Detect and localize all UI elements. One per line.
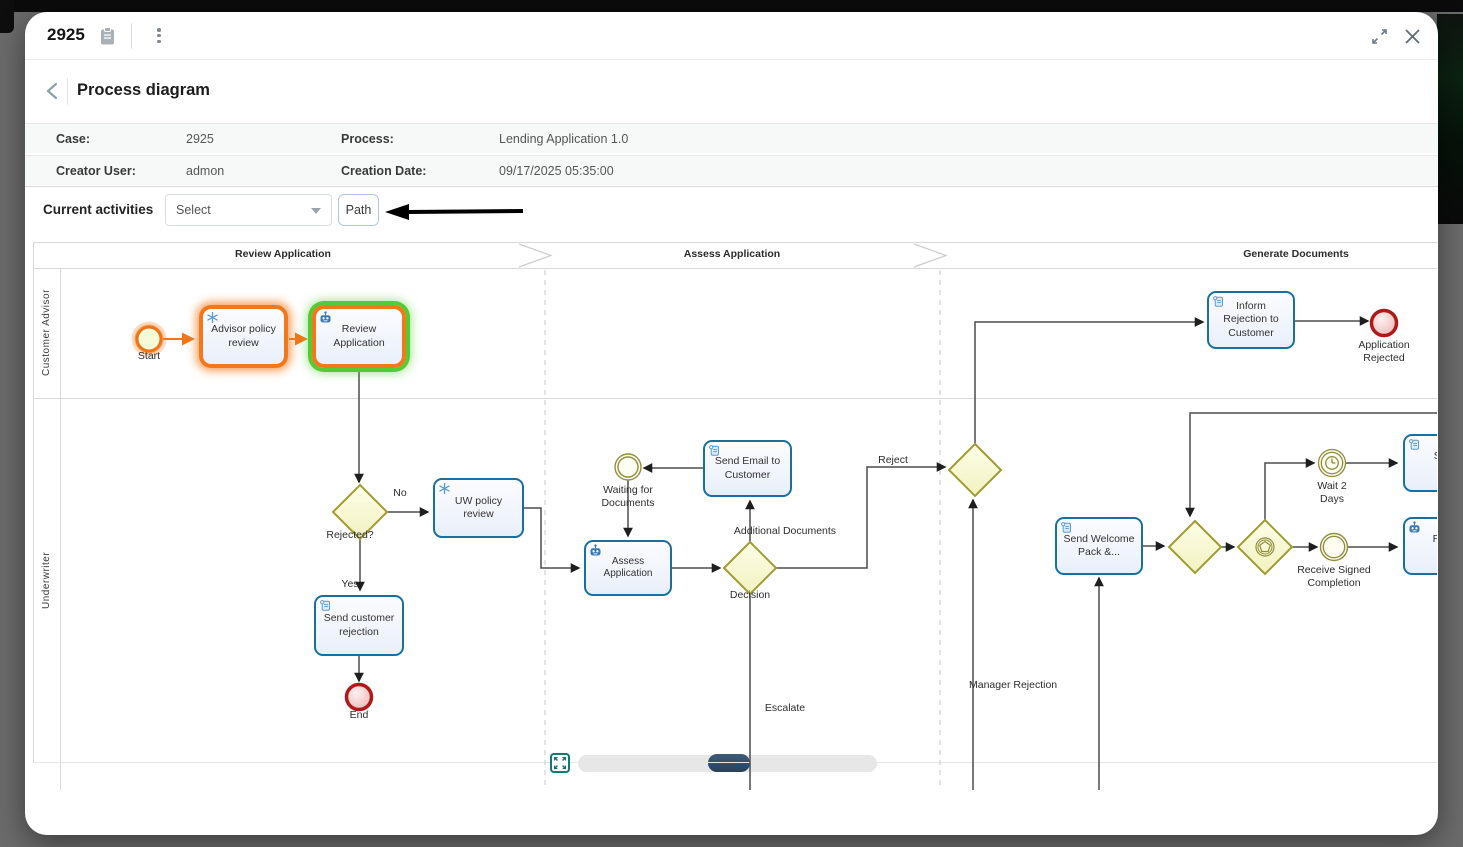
task-send-email-to-customer[interactable]: Send Email to Customer: [703, 440, 792, 497]
creation-date-label: Creation Date:: [341, 164, 499, 178]
background-left-notch: [0, 0, 14, 33]
edge-label-yes: Yes: [330, 578, 370, 591]
case-label: Case:: [56, 132, 186, 146]
info-row-creator: Creator User: admon Creation Date: 09/17…: [25, 155, 1438, 185]
task-label: UW policy review: [439, 495, 518, 521]
robot-icon: [1408, 521, 1421, 534]
creator-user-label: Creator User:: [56, 164, 186, 178]
end-event[interactable]: [347, 685, 372, 710]
task-send-reminder-clipped[interactable]: Send Re: [1403, 434, 1437, 492]
timer-event[interactable]: [1319, 450, 1346, 477]
decision-gateway[interactable]: [724, 542, 776, 594]
path-button[interactable]: Path: [338, 194, 379, 226]
task-review-documents-clipped[interactable]: Revie Do: [1403, 517, 1437, 575]
edge-label-escalate: Escalate: [745, 702, 825, 715]
scroll-icon: [319, 599, 332, 612]
task-label: Send: [1434, 450, 1437, 463]
start-event-label: Start: [124, 350, 174, 363]
header-divider: [67, 78, 68, 105]
snowflake-icon: [206, 311, 219, 324]
receive-signed-completion-label: Receive Signed Completion: [1292, 564, 1376, 590]
scroll-icon: [708, 444, 721, 457]
expand-icon[interactable]: [1370, 27, 1389, 46]
scroll-icon: [1212, 295, 1225, 308]
creator-user-value: admon: [186, 164, 341, 178]
lane-customer-advisor: Customer Advisor: [33, 268, 60, 398]
kebab-menu-icon[interactable]: [151, 26, 167, 46]
info-table-border: [25, 186, 1438, 187]
robot-icon: [319, 311, 332, 324]
receive-signed-completion-event[interactable]: [1321, 534, 1348, 561]
process-label: Process:: [341, 132, 499, 146]
current-activities-select[interactable]: Select: [165, 194, 332, 226]
edge-label-additional-documents: Additional Documents: [730, 525, 840, 538]
waiting-for-documents-label: Waiting for Documents: [586, 484, 670, 510]
task-label: Advisor policy review: [207, 323, 280, 349]
phase-review-application: Review Application: [183, 248, 383, 260]
page-header: Process diagram: [25, 60, 1438, 123]
process-diagram-canvas[interactable]: Review Application Assess Application Ge…: [33, 242, 1437, 792]
task-label: Send Welcome Pack &...: [1061, 533, 1137, 559]
creation-date-value: 09/17/2025 05:35:00: [499, 164, 1438, 178]
info-row-case: Case: 2925 Process: Lending Application …: [25, 123, 1438, 153]
annotation-arrow-icon: [383, 200, 528, 224]
application-rejected-label: Application Rejected: [1342, 339, 1426, 365]
scroll-icon: [1060, 521, 1073, 534]
case-dialog: 2925 Process diagram Case: 2925 Pro: [25, 12, 1438, 835]
clipboard-icon[interactable]: [99, 26, 117, 46]
task-send-welcome-pack[interactable]: Send Welcome Pack &...: [1055, 517, 1143, 575]
event-based-gateway[interactable]: [1238, 520, 1292, 574]
background-top-bar: [0, 0, 1463, 12]
task-assess-application[interactable]: Assess Application: [584, 540, 672, 596]
titlebar-divider: [131, 23, 132, 49]
dialog-titlebar: 2925: [25, 12, 1438, 60]
background-page-sliver: [1437, 14, 1463, 224]
task-label: Send customer rejection: [320, 612, 398, 638]
task-uw-policy-review[interactable]: UW policy review: [433, 478, 524, 538]
edge-label-no: No: [380, 487, 420, 500]
fit-screen-button[interactable]: [550, 753, 570, 773]
process-value: Lending Application 1.0: [499, 132, 1438, 146]
back-button[interactable]: [42, 80, 64, 102]
case-value: 2925: [186, 132, 341, 146]
task-label: Review Application: [320, 323, 398, 349]
task-label: Assess Application: [590, 556, 666, 581]
snowflake-icon: [438, 482, 451, 495]
reject-merge-gateway[interactable]: [949, 444, 1001, 496]
waiting-for-documents-event[interactable]: [615, 454, 641, 480]
phase-generate-documents: Generate Documents: [1196, 248, 1396, 260]
task-advisor-policy-review[interactable]: Advisor policy review: [199, 305, 288, 368]
edge-label-reject: Reject: [863, 454, 923, 467]
end-event-label: End: [334, 709, 384, 722]
merge-gateway-2[interactable]: [1169, 521, 1221, 573]
lane-underwriter: Underwriter: [33, 398, 60, 762]
task-inform-rejection-to-customer[interactable]: Inform Rejection to Customer: [1207, 291, 1295, 349]
close-icon[interactable]: [1403, 27, 1422, 46]
page-title: Process diagram: [77, 81, 210, 100]
task-review-application[interactable]: Review Application: [312, 305, 406, 368]
scroll-icon: [1408, 438, 1421, 451]
decision-gateway-label: Decision: [710, 589, 790, 602]
phase-assess-application: Assess Application: [632, 248, 832, 260]
robot-icon: [589, 544, 602, 557]
rejected-gateway-label: Rejected?: [320, 529, 380, 542]
task-label: Send Email to Customer: [709, 455, 786, 481]
current-activities-label: Current activities: [43, 202, 153, 217]
application-rejected-end-event[interactable]: [1372, 311, 1397, 336]
select-value: Select: [176, 203, 211, 217]
wait-2-days-label: Wait 2 Days: [1312, 480, 1352, 506]
edge-label-manager-rejection: Manager Rejection: [969, 679, 1069, 692]
task-label: Revie: [1433, 533, 1437, 546]
fit-screen-icon: [553, 756, 567, 770]
case-id-title: 2925: [47, 25, 85, 45]
task-send-customer-rejection[interactable]: Send customer rejection: [314, 595, 404, 656]
caret-down-icon: [311, 208, 321, 214]
